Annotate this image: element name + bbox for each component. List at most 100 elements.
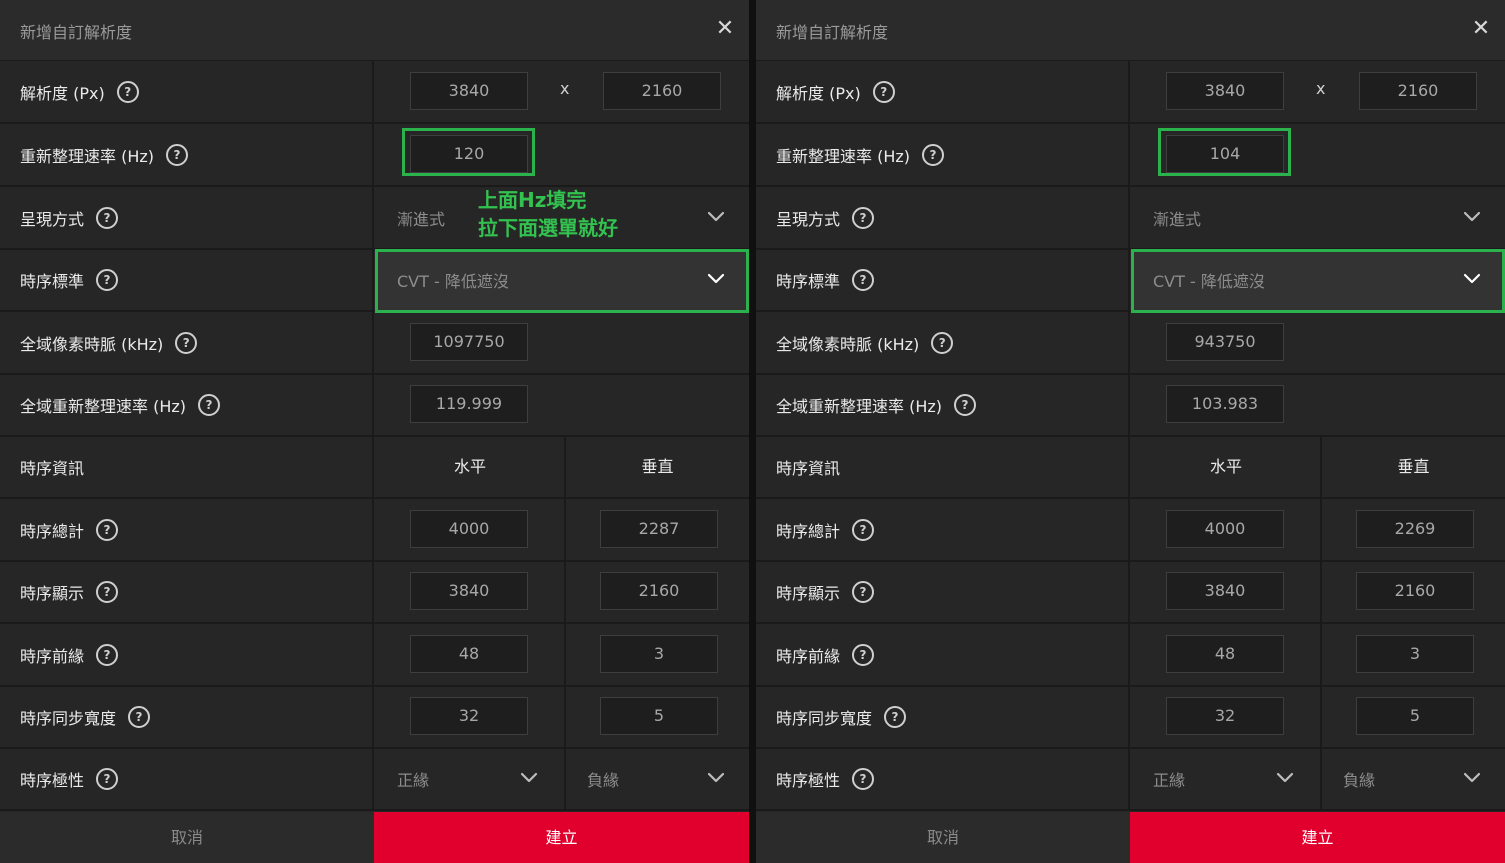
dialog-footer: 取消 建立 [0,812,749,863]
global-refresh-rate-label: 全域重新整理速率 (Hz) [776,396,943,416]
chevron-down-icon [1276,769,1294,783]
chevron-down-icon [707,270,725,284]
timing-polarity-label: 時序極性 [776,770,841,790]
chevron-down-icon [520,769,538,783]
horizontal-header: 水平 [1209,457,1242,476]
help-icon[interactable]: ? [198,393,221,416]
row-timing-sync-width: 時序同步寬度? 32 5 [0,686,749,749]
timing-sync-width-horizontal-input[interactable]: 32 [410,697,528,735]
timing-display-vertical-input[interactable]: 2160 [1356,572,1474,610]
dialog-titlebar: 新增自訂解析度 ✕ [0,0,749,61]
row-timing-info: 時序資訊 水平 垂直 [756,436,1505,499]
row-timing-front-porch: 時序前緣? 48 3 [0,624,749,687]
scan-type-value: 漸進式 [397,209,446,229]
timing-total-label: 時序總計 [20,521,85,541]
help-icon[interactable]: ? [96,518,119,541]
vertical-header: 垂直 [1397,457,1430,476]
row-pixel-clock: 全域像素時脈 (kHz)? 943750 [756,312,1505,375]
timing-front-porch-vertical-input[interactable]: 3 [600,635,718,673]
help-icon[interactable]: ? [922,143,945,166]
close-icon[interactable]: ✕ [1469,17,1493,41]
vertical-header: 垂直 [641,457,674,476]
timing-display-vertical-input[interactable]: 2160 [600,572,718,610]
row-resolution: 解析度 (Px)? 3840 x 2160 [0,61,749,124]
scan-type-dropdown[interactable]: 漸進式 [1132,187,1505,248]
help-icon[interactable]: ? [931,331,954,354]
timing-standard-dropdown[interactable]: CVT - 降低遮沒 [376,249,749,310]
timing-front-porch-horizontal-input[interactable]: 48 [1166,635,1284,673]
vertical-polarity-dropdown[interactable]: 負緣 [1322,748,1505,809]
timing-total-vertical-input[interactable]: 2287 [600,510,718,548]
timing-standard-dropdown[interactable]: CVT - 降低遮沒 [1132,249,1505,310]
horizontal-polarity-dropdown[interactable]: 正緣 [1132,748,1320,809]
timing-display-horizontal-input[interactable]: 3840 [410,572,528,610]
help-icon[interactable]: ? [872,80,895,103]
row-timing-front-porch: 時序前緣? 48 3 [756,624,1505,687]
help-icon[interactable]: ? [96,206,119,229]
chevron-down-icon [707,769,725,783]
timing-display-horizontal-input[interactable]: 3840 [1166,572,1284,610]
row-timing-standard: 時序標準? CVT - 降低遮沒 [756,249,1505,312]
create-button[interactable]: 建立 [1130,812,1505,863]
refresh-rate-label: 重新整理速率 (Hz) [20,146,155,166]
help-icon[interactable]: ? [175,331,198,354]
help-icon[interactable]: ? [116,80,139,103]
timing-info-label: 時序資訊 [20,458,85,478]
timing-total-vertical-input[interactable]: 2269 [1356,510,1474,548]
dialog-title: 新增自訂解析度 [776,23,889,42]
refresh-rate-input[interactable]: 104 [1166,135,1284,173]
cancel-button[interactable]: 取消 [756,812,1130,863]
help-icon[interactable]: ? [852,643,875,666]
timing-sync-width-vertical-input[interactable]: 5 [1356,697,1474,735]
custom-resolution-dialog: 新增自訂解析度 ✕ 解析度 (Px)? 3840 x 2160 重新整理速率 (… [0,0,749,863]
vertical-polarity-value: 負緣 [1343,770,1376,790]
timing-front-porch-horizontal-input[interactable]: 48 [410,635,528,673]
horizontal-polarity-dropdown[interactable]: 正緣 [376,748,564,809]
row-refresh-rate: 重新整理速率 (Hz)? 120 [0,124,749,187]
resolution-width-input[interactable]: 3840 [1166,72,1284,110]
timing-total-horizontal-input[interactable]: 4000 [410,510,528,548]
timing-standard-value: CVT - 降低遮沒 [397,271,509,291]
help-icon[interactable]: ? [852,580,875,603]
row-timing-total: 時序總計? 4000 2269 [756,499,1505,562]
timing-sync-width-vertical-input[interactable]: 5 [600,697,718,735]
row-timing-total: 時序總計? 4000 2287 [0,499,749,562]
help-icon[interactable]: ? [96,643,119,666]
resolution-height-input[interactable]: 2160 [603,72,721,110]
global-refresh-rate-label: 全域重新整理速率 (Hz) [20,396,187,416]
refresh-rate-input[interactable]: 120 [410,135,528,173]
cancel-button[interactable]: 取消 [0,812,374,863]
help-icon[interactable]: ? [954,393,977,416]
pixel-clock-field: 1097750 [410,323,528,361]
help-icon[interactable]: ? [166,143,189,166]
help-icon[interactable]: ? [884,705,907,728]
timing-sync-width-label: 時序同步寬度 [776,708,873,728]
help-icon[interactable]: ? [96,767,119,790]
chevron-down-icon [1463,270,1481,284]
timing-total-horizontal-input[interactable]: 4000 [1166,510,1284,548]
close-icon[interactable]: ✕ [713,17,737,41]
row-timing-sync-width: 時序同步寬度? 32 5 [756,686,1505,749]
help-icon[interactable]: ? [96,268,119,291]
help-icon[interactable]: ? [96,580,119,603]
help-icon[interactable]: ? [128,705,151,728]
annotation-text: 上面Hz填完 拉下面選單就好 [478,188,618,240]
help-icon[interactable]: ? [852,206,875,229]
scan-type-label: 呈現方式 [20,209,85,229]
timing-display-label: 時序顯示 [776,583,841,603]
timing-front-porch-vertical-input[interactable]: 3 [1356,635,1474,673]
resolution-height-input[interactable]: 2160 [1359,72,1477,110]
resolution-width-input[interactable]: 3840 [410,72,528,110]
custom-resolution-dialog: 新增自訂解析度 ✕ 解析度 (Px)? 3840 x 2160 重新整理速率 (… [756,0,1505,863]
refresh-rate-label: 重新整理速率 (Hz) [776,146,911,166]
help-icon[interactable]: ? [852,767,875,790]
horizontal-header: 水平 [453,457,486,476]
help-icon[interactable]: ? [852,268,875,291]
help-icon[interactable]: ? [852,518,875,541]
row-timing-polarity: 時序極性? 正緣 負緣 [0,748,749,811]
resolution-label: 解析度 (Px) [20,83,105,103]
vertical-polarity-dropdown[interactable]: 負緣 [566,748,749,809]
timing-sync-width-horizontal-input[interactable]: 32 [1166,697,1284,735]
create-button[interactable]: 建立 [374,812,749,863]
row-scan-type: 呈現方式? 漸進式 [0,187,749,250]
